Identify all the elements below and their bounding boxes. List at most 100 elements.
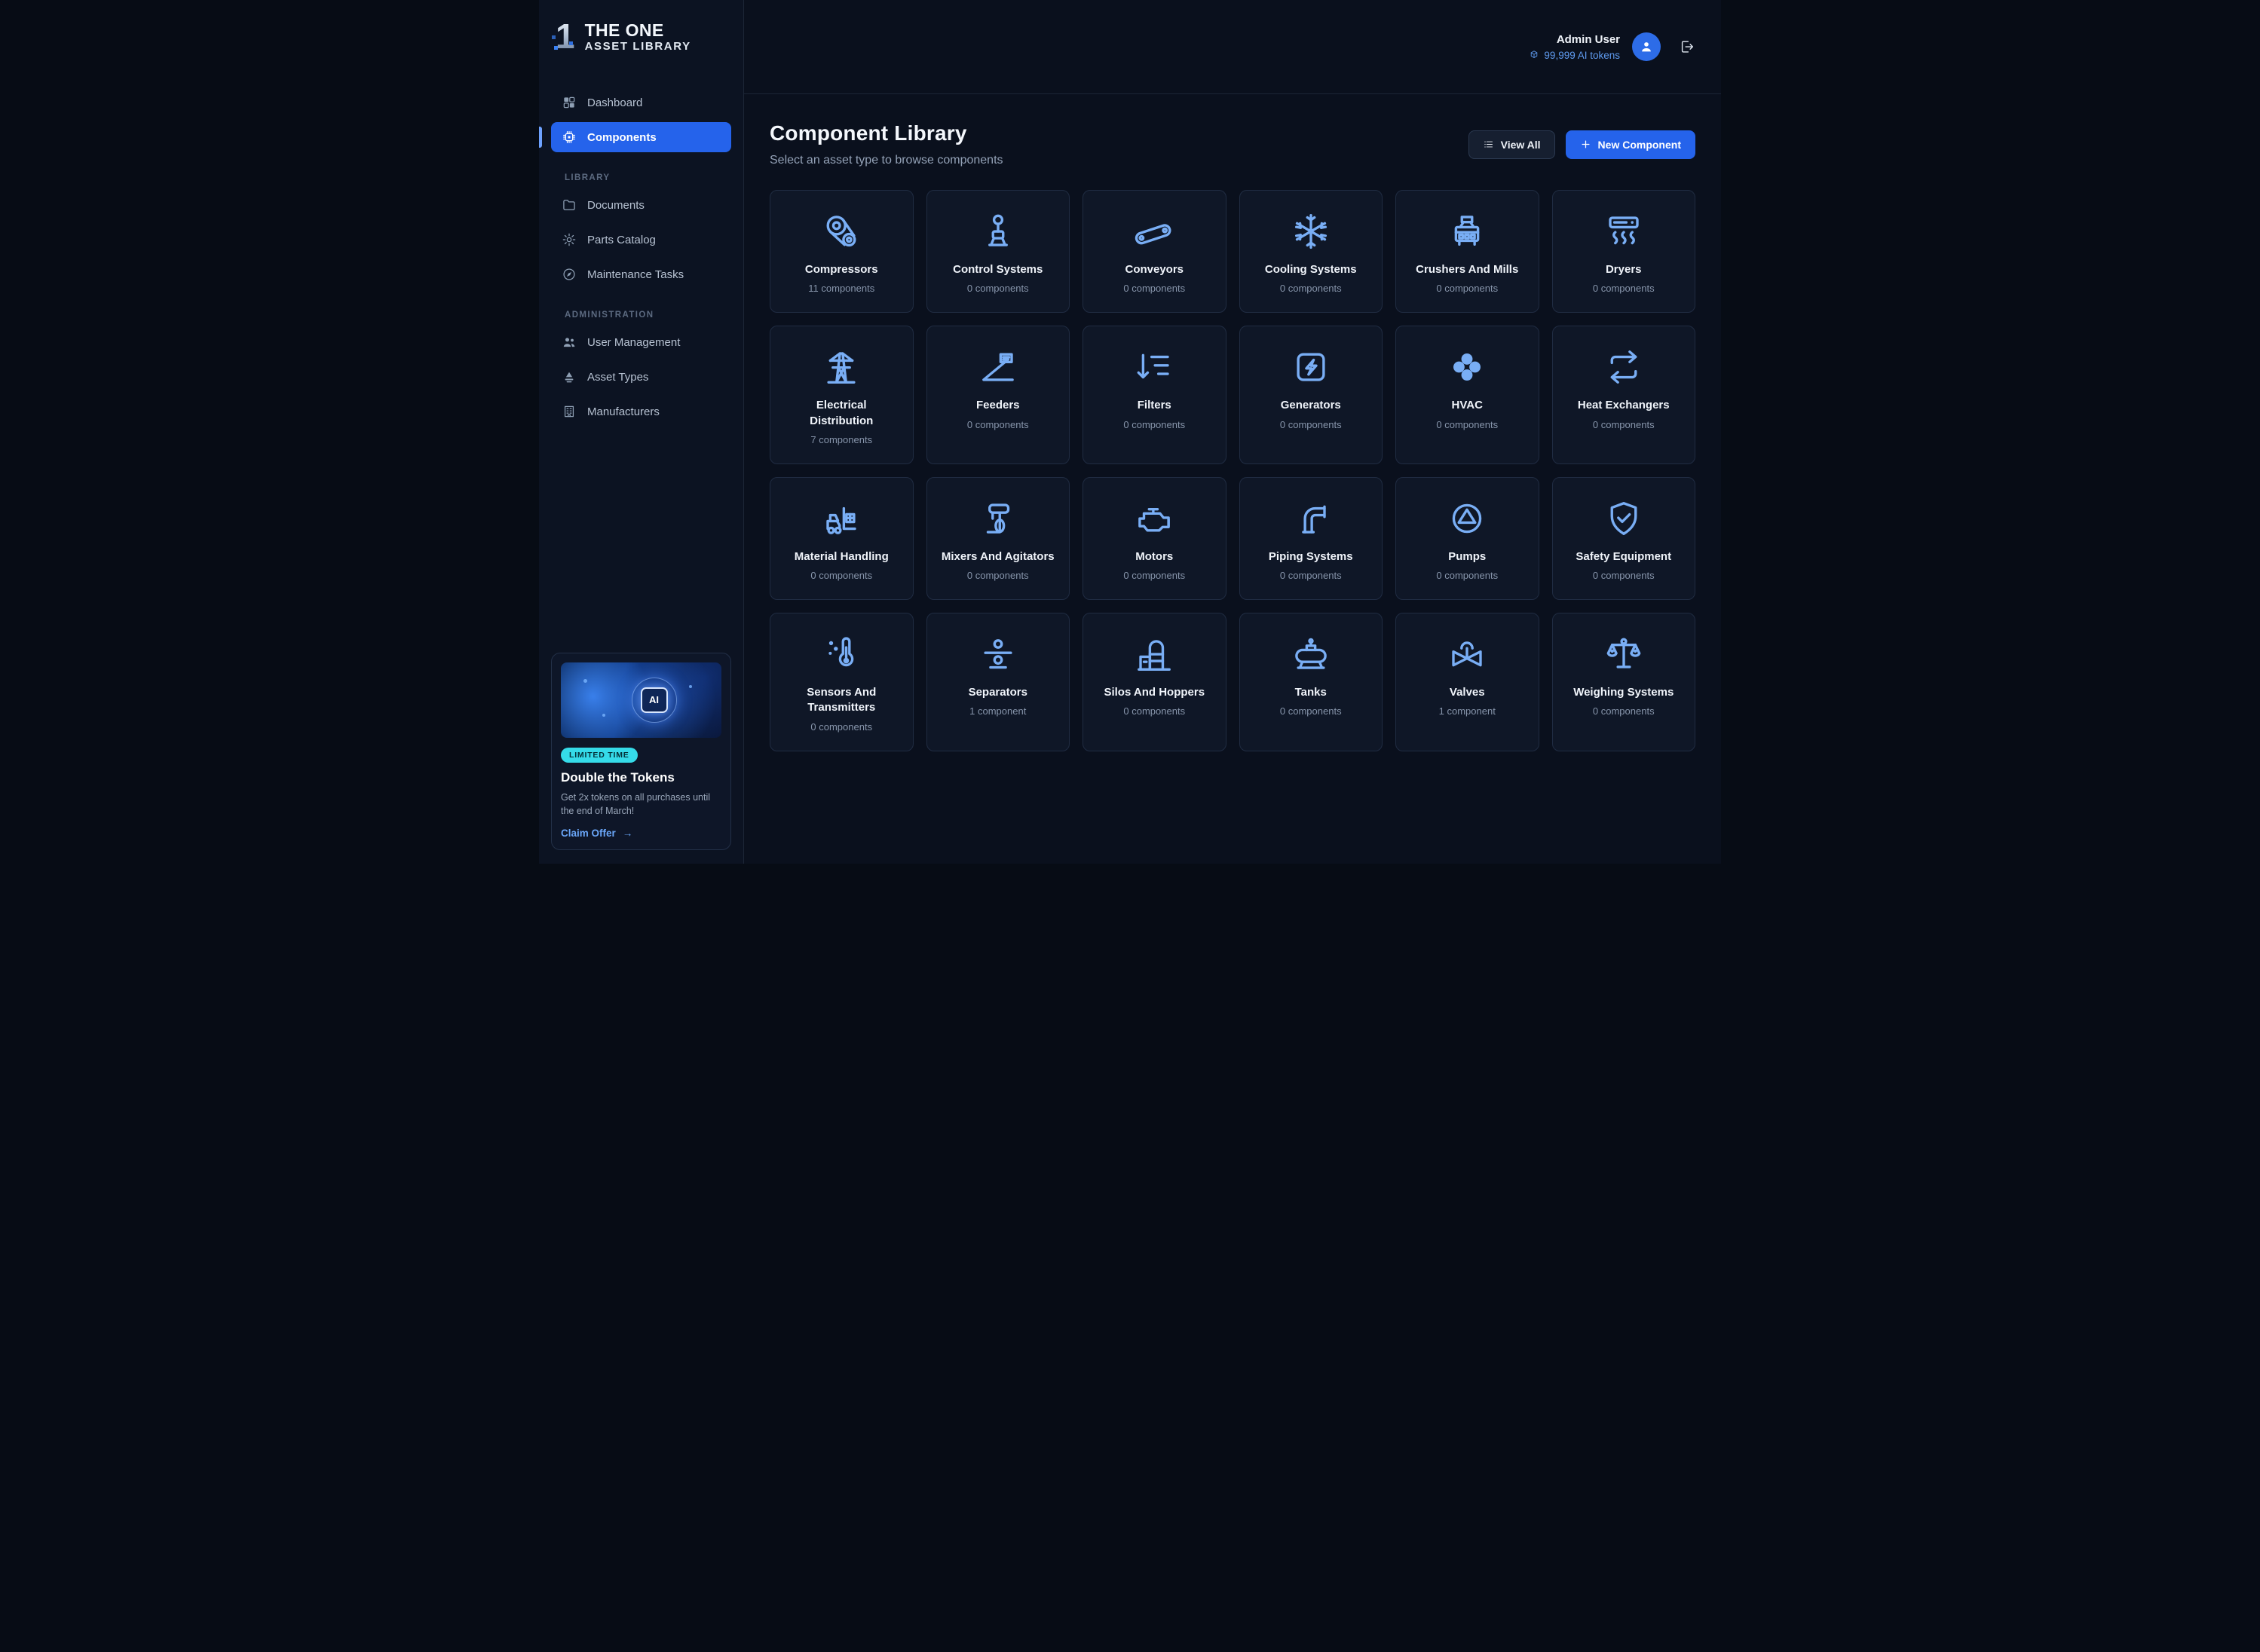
component-card-electrical-distribution[interactable]: Electrical Distribution 7 components	[770, 326, 914, 464]
token-balance: 99,999 AI tokens	[1529, 50, 1620, 61]
sidebar-item-dashboard[interactable]: Dashboard	[551, 87, 731, 118]
top-bar: Admin User 99,999 AI tokens	[744, 0, 1721, 94]
scale-icon	[1603, 634, 1644, 675]
token-balance-label: 99,999 AI tokens	[1544, 50, 1620, 61]
component-card-hvac[interactable]: HVAC 0 components	[1395, 326, 1539, 464]
header-actions: View All New Component	[1468, 130, 1695, 159]
page-title: Component Library	[770, 121, 1003, 145]
brand-logo: 1 THE ONE ASSET LIBRARY	[539, 0, 743, 75]
component-card-safety-equipment[interactable]: Safety Equipment 0 components	[1552, 477, 1696, 600]
component-card-conveyors[interactable]: Conveyors 0 components	[1083, 190, 1226, 313]
component-card-name: Feeders	[976, 398, 1020, 413]
avatar[interactable]	[1632, 32, 1661, 61]
component-card-count: 0 components	[1280, 283, 1342, 294]
pyramid-icon	[562, 369, 577, 384]
component-card-count: 0 components	[1436, 419, 1498, 430]
component-card-count: 7 components	[810, 434, 872, 445]
sidebar-item-label: Components	[587, 131, 657, 144]
component-card-silos-and-hoppers[interactable]: Silos And Hoppers 0 components	[1083, 613, 1226, 751]
component-card-count: 0 components	[1280, 570, 1342, 581]
claim-offer-link[interactable]: Claim Offer →	[561, 828, 632, 839]
component-card-count: 0 components	[1280, 705, 1342, 717]
sidebar-item-user-management[interactable]: User Management	[551, 327, 731, 357]
folder-icon	[562, 197, 577, 213]
component-card-count: 0 components	[1123, 570, 1185, 581]
sidebar-item-maintenance-tasks[interactable]: Maintenance Tasks	[551, 259, 731, 289]
sidebar: 1 THE ONE ASSET LIBRARY Dashboard Compon…	[539, 0, 744, 864]
sidebar-item-label: Maintenance Tasks	[587, 268, 684, 281]
user-block: Admin User 99,999 AI tokens	[1529, 33, 1620, 61]
sidebar-section-administration: ADMINISTRATION	[551, 294, 731, 327]
component-card-count: 0 components	[1593, 419, 1655, 430]
component-card-piping-systems[interactable]: Piping Systems 0 components	[1239, 477, 1383, 600]
component-card-count: 0 components	[1123, 283, 1185, 294]
component-card-count: 0 components	[1593, 570, 1655, 581]
component-card-mixers-and-agitators[interactable]: Mixers And Agitators 0 components	[926, 477, 1070, 600]
conveyor-icon	[1134, 211, 1174, 252]
component-card-name: Heat Exchangers	[1578, 398, 1670, 413]
separator-icon	[978, 634, 1018, 675]
dashboard-icon	[562, 95, 577, 110]
component-card-name: Silos And Hoppers	[1104, 685, 1205, 700]
component-card-material-handling[interactable]: Material Handling 0 components	[770, 477, 914, 600]
component-card-name: Motors	[1135, 549, 1173, 564]
component-card-tanks[interactable]: Tanks 0 components	[1239, 613, 1383, 751]
component-card-count: 1 component	[969, 705, 1026, 717]
compass-icon	[562, 267, 577, 282]
sidebar-item-manufacturers[interactable]: Manufacturers	[551, 396, 731, 427]
component-card-name: Valves	[1450, 685, 1485, 700]
sensor-icon	[821, 634, 862, 675]
component-card-valves[interactable]: Valves 1 component	[1395, 613, 1539, 751]
component-card-pumps[interactable]: Pumps 0 components	[1395, 477, 1539, 600]
component-card-sensors-and-transmitters[interactable]: Sensors And Transmitters 0 components	[770, 613, 914, 751]
component-card-compressors[interactable]: Compressors 11 components	[770, 190, 914, 313]
logout-button[interactable]	[1679, 38, 1695, 55]
component-card-separators[interactable]: Separators 1 component	[926, 613, 1070, 751]
new-component-button[interactable]: New Component	[1566, 130, 1695, 159]
sidebar-item-components[interactable]: Components	[551, 122, 731, 152]
component-card-name: Safety Equipment	[1576, 549, 1671, 564]
pipe-elbow-icon	[1291, 498, 1331, 539]
token-icon	[1529, 50, 1539, 60]
claim-offer-label: Claim Offer	[561, 828, 616, 839]
component-card-filters[interactable]: Filters 0 components	[1083, 326, 1226, 464]
limited-time-badge: LIMITED TIME	[561, 748, 638, 763]
valve-icon	[1447, 634, 1487, 675]
component-card-cooling-systems[interactable]: Cooling Systems 0 components	[1239, 190, 1383, 313]
user-name: Admin User	[1529, 33, 1620, 46]
sidebar-item-documents[interactable]: Documents	[551, 190, 731, 220]
component-card-dryers[interactable]: Dryers 0 components	[1552, 190, 1696, 313]
mixer-icon	[978, 498, 1018, 539]
sidebar-item-label: Manufacturers	[587, 405, 660, 418]
person-icon	[1639, 39, 1654, 54]
sidebar-item-parts-catalog[interactable]: Parts Catalog	[551, 225, 731, 255]
component-card-name: HVAC	[1452, 398, 1483, 413]
component-card-control-systems[interactable]: Control Systems 0 components	[926, 190, 1070, 313]
component-card-count: 0 components	[810, 570, 872, 581]
component-card-name: Crushers And Mills	[1416, 262, 1518, 277]
list-icon	[1483, 139, 1494, 150]
component-card-heat-exchangers[interactable]: Heat Exchangers 0 components	[1552, 326, 1696, 464]
brand-subtitle: ASSET LIBRARY	[585, 40, 691, 53]
component-card-count: 0 components	[1436, 570, 1498, 581]
component-card-generators[interactable]: Generators 0 components	[1239, 326, 1383, 464]
tank-icon	[1291, 634, 1331, 675]
lightning-box-icon	[1291, 347, 1331, 387]
view-all-button[interactable]: View All	[1468, 130, 1555, 159]
sidebar-item-label: Parts Catalog	[587, 234, 656, 246]
component-card-count: 0 components	[1436, 283, 1498, 294]
component-card-name: Control Systems	[953, 262, 1043, 277]
component-card-count: 0 components	[810, 721, 872, 733]
component-card-count: 11 components	[808, 283, 874, 294]
component-card-feeders[interactable]: Feeders 0 components	[926, 326, 1070, 464]
sidebar-item-asset-types[interactable]: Asset Types	[551, 362, 731, 392]
component-card-name: Cooling Systems	[1265, 262, 1357, 277]
crusher-icon	[1447, 211, 1487, 252]
sidebar-item-label: Dashboard	[587, 96, 642, 109]
component-card-weighing-systems[interactable]: Weighing Systems 0 components	[1552, 613, 1696, 751]
component-card-name: Mixers And Agitators	[942, 549, 1055, 564]
dryer-icon	[1603, 211, 1644, 252]
component-card-motors[interactable]: Motors 0 components	[1083, 477, 1226, 600]
component-card-count: 0 components	[1593, 283, 1655, 294]
component-card-crushers-and-mills[interactable]: Crushers And Mills 0 components	[1395, 190, 1539, 313]
